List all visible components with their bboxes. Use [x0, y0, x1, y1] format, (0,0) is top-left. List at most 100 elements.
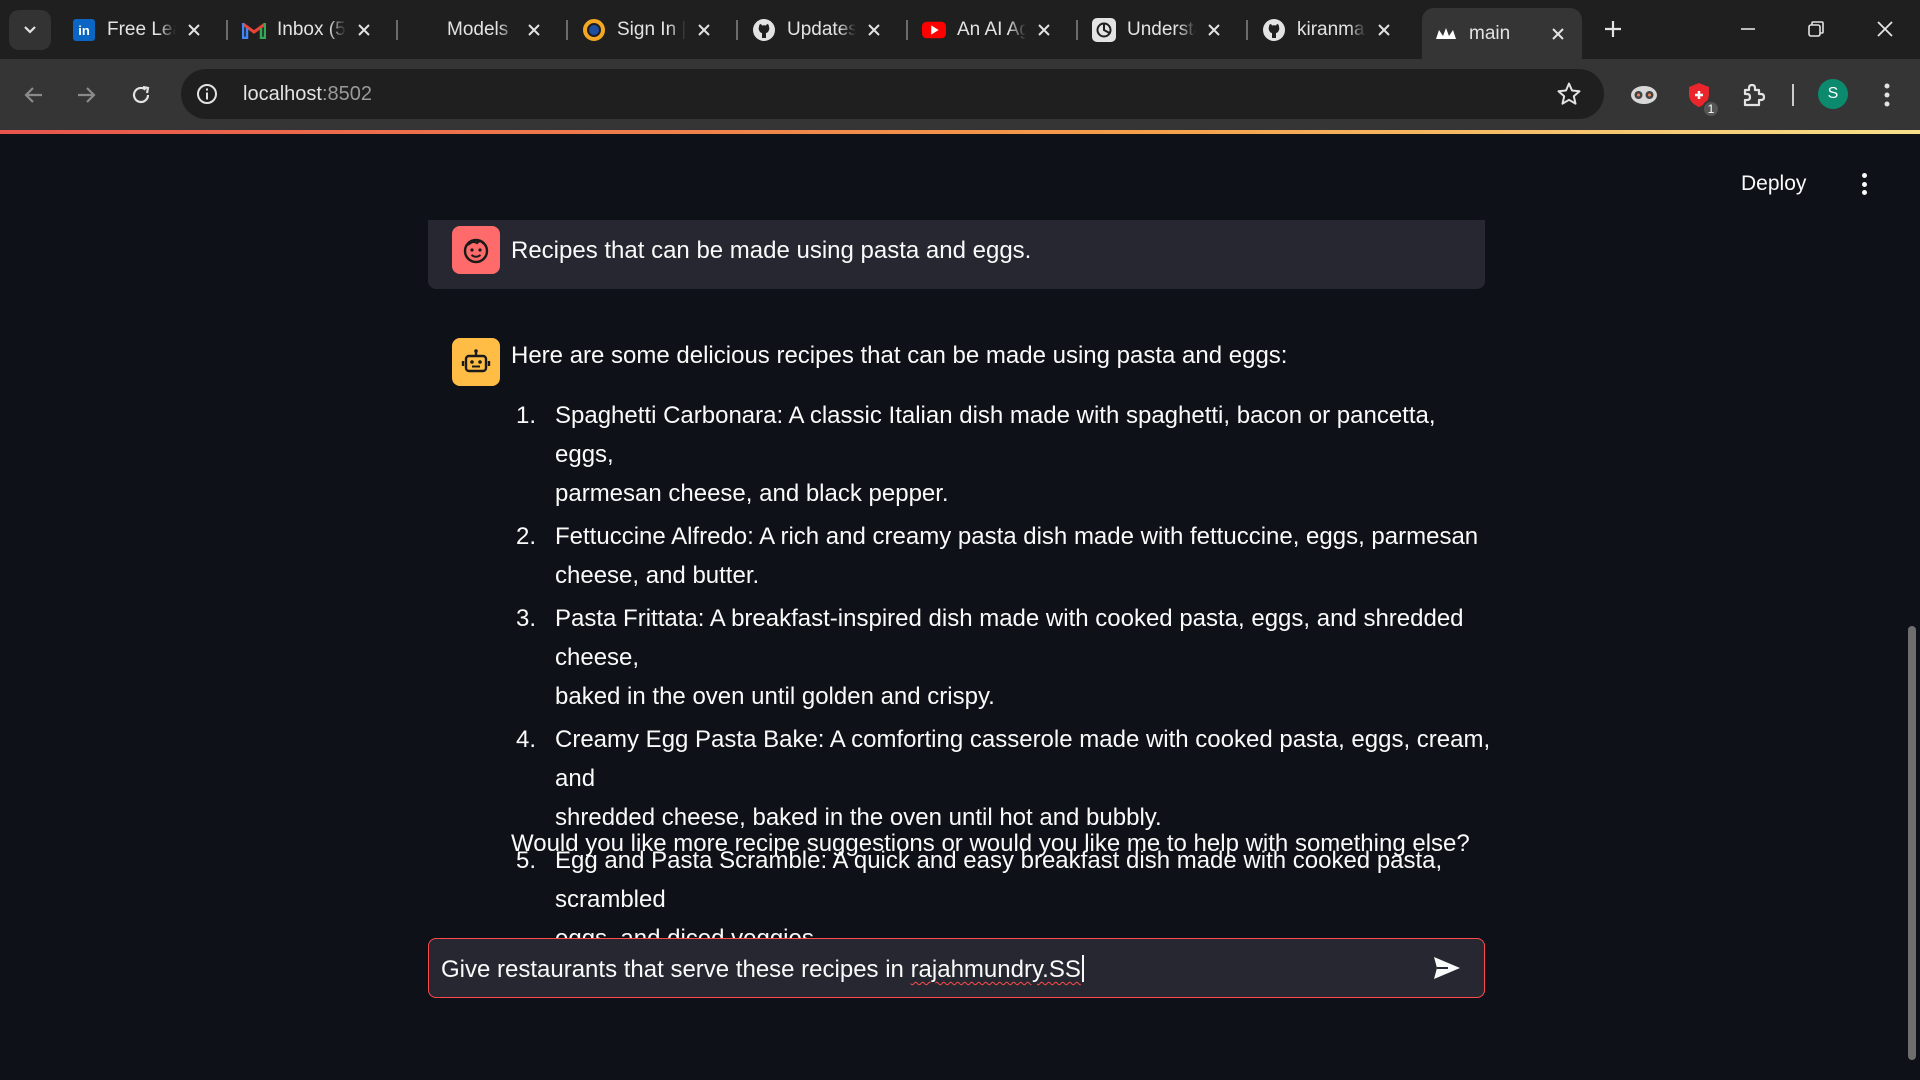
chat-input-text-misspelled: rajahmundry.SS	[910, 956, 1081, 983]
list-item-line: baked in the oven until golden and crisp…	[555, 683, 995, 710]
tab-github-kiranma[interactable]: kiranma	[1250, 8, 1408, 52]
openai-icon	[1092, 18, 1116, 42]
github-icon	[1262, 18, 1286, 42]
extensions-button[interactable]	[1734, 76, 1772, 114]
tab-gmail[interactable]: Inbox (5	[230, 8, 388, 52]
send-icon	[1434, 957, 1460, 979]
list-item: 1. Spaghetti Carbonara: A classic Italian…	[511, 396, 1491, 513]
browser-toolbar: localhost:8502 1 S	[0, 59, 1920, 130]
linkedin-icon: in	[72, 18, 96, 42]
url-port: :8502	[321, 82, 372, 105]
tab-divider	[1076, 20, 1078, 40]
list-item-line: cheese, and butter.	[555, 562, 760, 589]
text-caret	[1081, 955, 1084, 982]
minimize-button[interactable]	[1718, 6, 1778, 52]
github-icon	[752, 18, 776, 42]
extension-shield-button[interactable]: 1	[1680, 76, 1720, 118]
send-button[interactable]	[1429, 953, 1465, 983]
list-item-line: Fettuccine Alfredo: A rich and creamy pa…	[555, 523, 1479, 550]
arrow-left-icon	[24, 87, 42, 103]
close-icon[interactable]	[1202, 18, 1226, 42]
browser-menu-button[interactable]	[1867, 75, 1907, 115]
list-item-line: Spaghetti Carbonara: A classic Italian d…	[555, 402, 1436, 468]
url-host: localhost	[243, 82, 322, 105]
profile-avatar[interactable]: S	[1818, 79, 1848, 109]
close-icon[interactable]	[182, 18, 206, 42]
list-item: 2. Fettuccine Alfredo: A rich and creamy …	[511, 517, 1491, 595]
close-icon[interactable]	[1546, 22, 1570, 46]
tab-title: Understanding	[1127, 19, 1196, 40]
assistant-avatar-icon	[452, 338, 500, 386]
list-number: 2.	[516, 523, 537, 550]
close-icon[interactable]	[862, 18, 886, 42]
tab-linkedin[interactable]: in Free Learning	[60, 8, 218, 52]
tab-divider	[226, 20, 228, 40]
recipe-list: 1. Spaghetti Carbonara: A classic Italian…	[511, 396, 1491, 962]
restore-button[interactable]	[1786, 6, 1846, 52]
site-info-icon[interactable]	[189, 76, 225, 112]
app-menu-button[interactable]	[1852, 170, 1876, 198]
list-item-line: Creamy Egg Pasta Bake: A comforting cass…	[555, 726, 1491, 792]
list-number: 3.	[516, 605, 537, 632]
list-item-line: Pasta Frittata: A breakfast-inspired dis…	[555, 605, 1464, 671]
svg-text:in: in	[78, 23, 90, 38]
arrow-right-icon	[78, 87, 96, 103]
toolbar-divider	[1792, 84, 1794, 106]
close-icon[interactable]	[1032, 18, 1056, 42]
user-avatar-icon	[452, 226, 500, 274]
streamlit-crown-icon	[1434, 22, 1458, 46]
reload-button[interactable]	[121, 75, 161, 115]
tab-main-active[interactable]: main	[1422, 8, 1582, 59]
tab-divider	[566, 20, 568, 40]
blank-icon	[412, 18, 436, 42]
close-icon[interactable]	[352, 18, 376, 42]
tab-divider	[736, 20, 738, 40]
back-button[interactable]	[14, 75, 54, 115]
orange-ring-icon	[582, 18, 606, 42]
assistant-intro-text: Here are some delicious recipes that can…	[511, 342, 1288, 369]
url-text: localhost:8502	[243, 83, 372, 106]
new-tab-button[interactable]	[1583, 6, 1643, 52]
tab-title: Inbox (5	[277, 19, 346, 40]
tab-title: main	[1469, 22, 1511, 44]
close-icon[interactable]	[692, 18, 716, 42]
close-icon	[1877, 21, 1893, 37]
bookmark-star-icon[interactable]	[1556, 81, 1582, 112]
list-number: 1.	[516, 402, 537, 429]
tab-title: Models	[447, 19, 509, 40]
restore-icon	[1808, 21, 1824, 37]
tab-github-updates[interactable]: Updates	[740, 8, 898, 52]
gmail-icon	[242, 18, 266, 42]
tab-models[interactable]: Models	[400, 8, 558, 52]
scrollbar-thumb[interactable]	[1908, 626, 1916, 1060]
close-window-button[interactable]	[1855, 6, 1915, 52]
list-item-line: parmesan cheese, and black pepper.	[555, 480, 949, 507]
extension-badge: 1	[1702, 100, 1720, 118]
tab-divider	[1246, 20, 1248, 40]
address-bar[interactable]: localhost:8502	[181, 69, 1604, 119]
puzzle-icon	[1743, 83, 1766, 107]
chat-input-text[interactable]: Give restaurants that serve these recipe…	[441, 955, 1084, 984]
tab-youtube[interactable]: An AI Agent	[910, 8, 1068, 52]
tab-search-button[interactable]	[9, 10, 51, 50]
chat-input[interactable]: Give restaurants that serve these recipe…	[428, 938, 1485, 998]
robot-icon	[461, 349, 491, 373]
list-item: 3. Pasta Frittata: A breakfast-inspired d…	[511, 599, 1491, 716]
tab-title: Updates	[787, 19, 856, 40]
assistant-outro-text: Would you like more recipe suggestions o…	[511, 830, 1470, 857]
streamlit-app: Deploy Recipes that can be made using pa…	[0, 134, 1920, 1080]
tab-sign-in[interactable]: Sign In |	[570, 8, 728, 52]
close-icon[interactable]	[1372, 18, 1396, 42]
list-item: 4. Creamy Egg Pasta Bake: A comforting ca…	[511, 720, 1491, 837]
tab-openai[interactable]: Understanding	[1080, 8, 1238, 52]
deploy-button[interactable]: Deploy	[1741, 172, 1806, 196]
tab-title: An AI Agent	[957, 19, 1026, 40]
extension-mask-button[interactable]	[1625, 76, 1663, 114]
plus-icon	[1605, 21, 1621, 37]
forward-button[interactable]	[66, 75, 106, 115]
list-item-line: shredded cheese, baked in the oven until…	[555, 804, 1162, 831]
tab-title: Sign In |	[617, 19, 686, 40]
tab-title: Free Learning	[107, 19, 176, 40]
tab-title: kiranma	[1297, 19, 1365, 40]
close-icon[interactable]	[522, 18, 546, 42]
